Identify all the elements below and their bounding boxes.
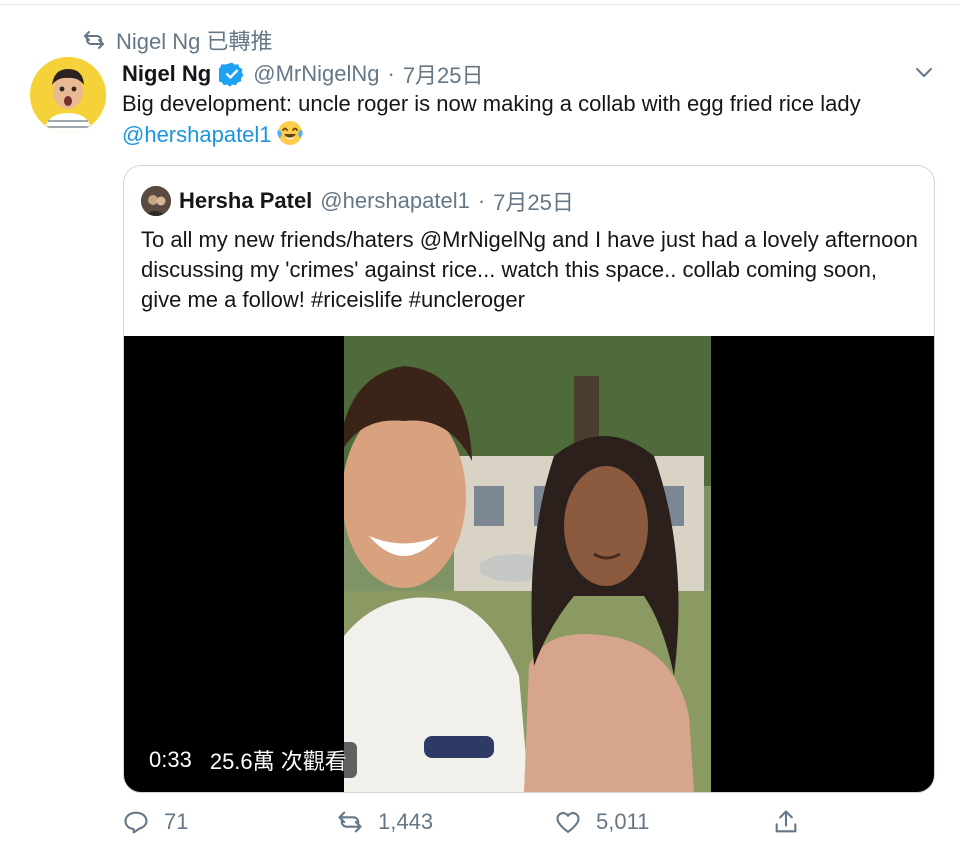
share-icon: [775, 810, 797, 833]
heart-icon: [556, 811, 580, 833]
face-with-tears-of-joy-icon: [276, 121, 303, 145]
header-separator: ·: [387, 61, 395, 86]
video-thumbnail: [344, 336, 711, 792]
video-view-count: 25.6萬 次觀看: [209, 749, 347, 774]
like-count: 5,011: [596, 809, 650, 834]
author-handle[interactable]: @MrNigelNg: [253, 61, 379, 87]
top-divider: [0, 4, 960, 5]
retweet-button[interactable]: 1,443: [336, 808, 433, 836]
quoted-author-name: Hersha Patel: [179, 188, 313, 213]
retweet-icon: [338, 811, 362, 833]
chevron-down-icon[interactable]: [912, 60, 936, 84]
tweet-header: Nigel Ng @MrNigelNg · 7月25日: [122, 58, 484, 90]
tweet-text-body: Big development: uncle roger is now maki…: [122, 91, 861, 116]
reply-count: 71: [164, 809, 189, 834]
video-duration: 0:33: [149, 747, 192, 772]
quoted-author-handle: @hershapatel1: [320, 188, 470, 213]
verified-badge-icon: [219, 62, 244, 87]
quoted-tweet-header: Hersha Patel @hershapatel1 · 7月25日: [141, 185, 574, 217]
like-button[interactable]: 5,011: [554, 808, 649, 836]
tweet-actions: 71 1,443 5,011: [122, 808, 812, 844]
avatar-image: [30, 57, 106, 133]
mention-link[interactable]: @hershapatel1: [122, 122, 272, 147]
video-thumbnail-image: [344, 336, 711, 792]
quoted-tweet-text: To all my new friends/haters @MrNigelNg …: [141, 227, 918, 312]
retweet-context[interactable]: Nigel Ng 已轉推: [82, 24, 272, 56]
retweet-icon: [84, 31, 104, 49]
video-player[interactable]: 0:33 25.6萬 次觀看: [124, 336, 934, 792]
quoted-avatar-image: [141, 186, 171, 216]
quoted-tweet[interactable]: Hersha Patel @hershapatel1 · 7月25日 To al…: [123, 165, 935, 793]
retweet-context-text: Nigel Ng 已轉推: [116, 29, 273, 54]
quoted-header-separator: ·: [477, 188, 486, 213]
quoted-author-avatar: [141, 186, 171, 216]
reply-icon: [124, 811, 148, 834]
tweet-text: Big development: uncle roger is now maki…: [122, 88, 942, 150]
tweet-date[interactable]: 7月25日: [403, 58, 484, 90]
author-name[interactable]: Nigel Ng: [122, 61, 211, 87]
quoted-tweet-date: 7月25日: [493, 190, 574, 215]
retweet-count: 1,443: [378, 809, 434, 834]
author-avatar[interactable]: [30, 57, 106, 133]
reply-button[interactable]: 71: [122, 808, 188, 836]
share-button[interactable]: [772, 808, 800, 836]
video-info-badge: 0:33 25.6萬 次觀看: [139, 742, 357, 778]
